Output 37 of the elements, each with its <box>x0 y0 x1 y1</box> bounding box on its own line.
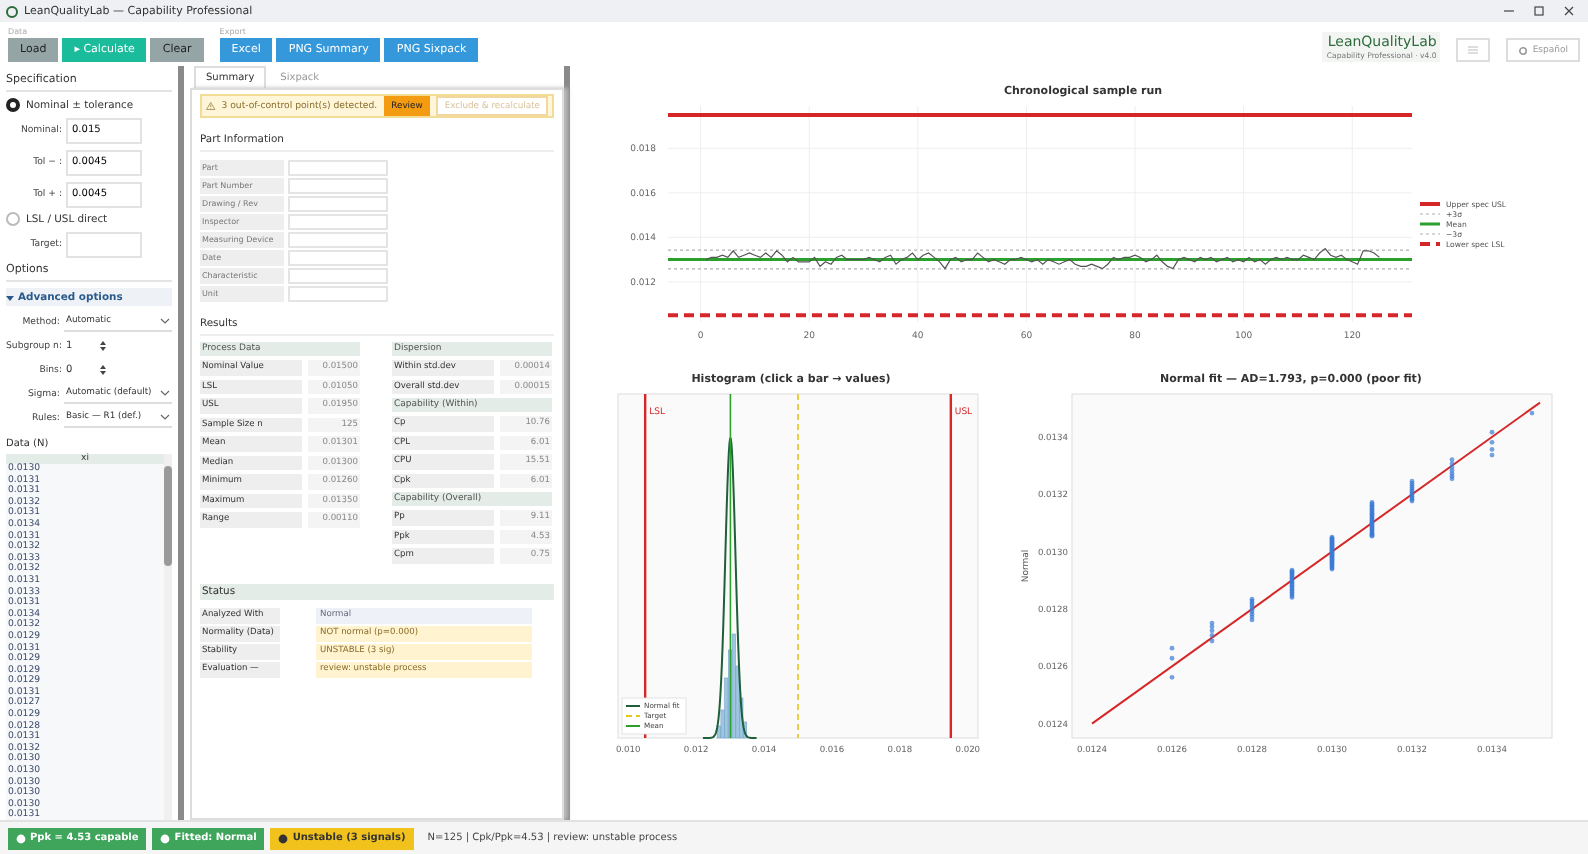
chevron-down-icon <box>160 414 170 420</box>
legend-line-icon <box>1419 222 1439 226</box>
text-field[interactable] <box>288 285 388 301</box>
chevron-down-icon <box>160 318 170 324</box>
legend-line-icon <box>1418 233 1440 235</box>
number-field[interactable] <box>66 231 142 257</box>
up-down-arrows-icon <box>100 364 106 376</box>
text-field[interactable] <box>288 249 388 265</box>
radio-button[interactable] <box>6 98 20 112</box>
legend-line-icon <box>1418 213 1440 215</box>
status-dot-icon <box>160 833 171 843</box>
text-field[interactable] <box>288 177 388 193</box>
text-field[interactable] <box>288 231 388 247</box>
warning-icon <box>206 100 216 112</box>
legend-background <box>621 697 687 735</box>
legend-line-icon <box>625 715 641 717</box>
maximize-icon[interactable] <box>1534 6 1544 16</box>
close-icon[interactable] <box>1564 6 1574 16</box>
menu-icon <box>1468 46 1479 54</box>
chevron-down-icon <box>160 390 170 396</box>
scrollbar-thumb[interactable] <box>164 466 172 566</box>
status-dot-icon <box>16 833 26 843</box>
legend-line-icon <box>625 725 641 727</box>
text-field[interactable] <box>288 195 388 211</box>
text-field[interactable] <box>288 267 388 283</box>
text-field[interactable] <box>288 213 388 229</box>
text-field[interactable] <box>288 159 388 175</box>
legend-line-icon <box>1419 242 1439 246</box>
legend-line-icon <box>625 705 641 707</box>
status-dot-icon <box>278 833 289 843</box>
histogram-bars-drawing <box>716 633 747 739</box>
radio-button[interactable] <box>6 212 20 226</box>
minimize-icon[interactable] <box>1504 6 1514 16</box>
legend-line-icon <box>1419 202 1439 206</box>
app-icon <box>6 5 18 17</box>
up-down-arrows-icon <box>100 340 106 352</box>
menu-button[interactable] <box>1456 38 1491 62</box>
